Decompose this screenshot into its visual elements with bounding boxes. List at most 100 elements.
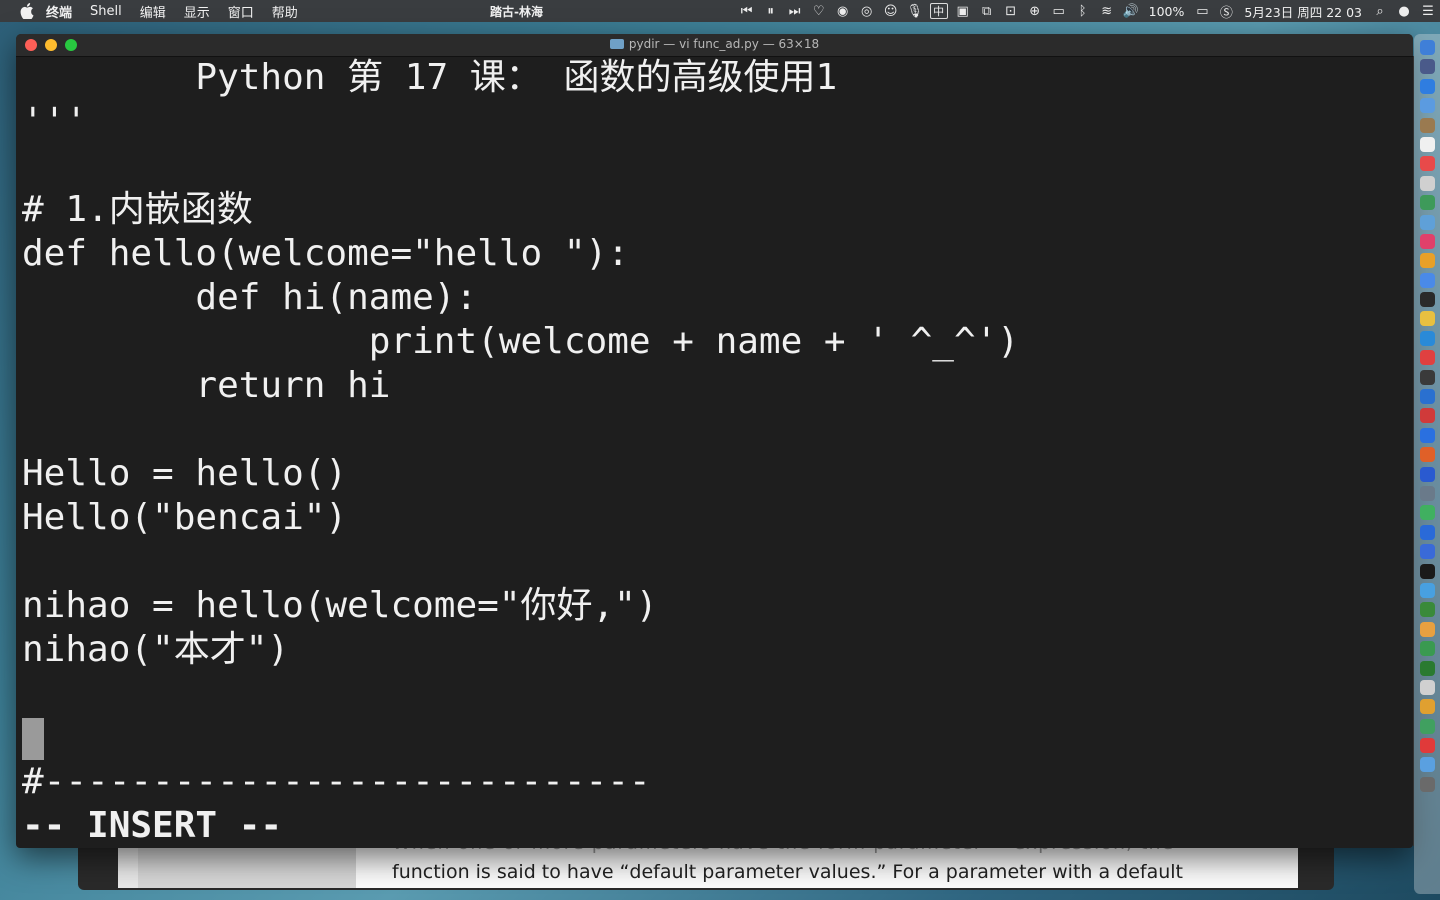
dock-app-icon[interactable] bbox=[1419, 350, 1435, 366]
clock[interactable]: 5月23日 周四 22 03 bbox=[1244, 2, 1362, 21]
dock-app-icon[interactable] bbox=[1419, 641, 1435, 657]
code-line[interactable]: def hello(welcome="hello "): bbox=[22, 232, 1413, 276]
dock-app-icon[interactable] bbox=[1419, 427, 1435, 443]
battery-percent[interactable]: 100% bbox=[1149, 4, 1185, 19]
dock-app-icon[interactable] bbox=[1419, 408, 1435, 424]
app-s-icon[interactable]: Ⓢ bbox=[1215, 2, 1237, 21]
apple-menu-icon[interactable] bbox=[20, 3, 34, 19]
code-line[interactable]: # 1.内嵌函数 bbox=[22, 188, 1413, 232]
terminal-titlebar[interactable]: pydir — vi func_ad.py — 63×18 bbox=[16, 34, 1413, 57]
menu-bar: 终端 Shell 编辑 显示 窗口 帮助 踏古-林海 ⏮ ⏸ ⏭ ♡ ◉ ◎ ☺… bbox=[0, 0, 1440, 22]
dock-app-icon[interactable] bbox=[1419, 389, 1435, 405]
volume-icon[interactable]: 🔊 bbox=[1120, 2, 1142, 20]
dock-app-icon[interactable] bbox=[1419, 272, 1435, 288]
wechat-icon[interactable]: ◎ bbox=[856, 2, 878, 20]
window-title-text: pydir — vi func_ad.py — 63×18 bbox=[628, 37, 820, 51]
dock-app-icon[interactable] bbox=[1419, 156, 1435, 172]
menu-help[interactable]: 帮助 bbox=[272, 2, 298, 21]
dock-app-icon[interactable] bbox=[1419, 485, 1435, 501]
code-line[interactable]: ''' bbox=[22, 100, 1413, 144]
dock-app-icon[interactable] bbox=[1419, 563, 1435, 579]
pause-icon[interactable]: ⏸ bbox=[760, 2, 782, 20]
cursor-line[interactable] bbox=[22, 716, 1413, 760]
code-line[interactable] bbox=[22, 408, 1413, 452]
dock-app-icon[interactable] bbox=[1419, 292, 1435, 308]
text-cursor bbox=[22, 718, 44, 760]
code-line[interactable]: #---------------------------- bbox=[22, 760, 1413, 804]
dock-app-icon[interactable] bbox=[1419, 718, 1435, 734]
dock-app-icon[interactable] bbox=[1419, 214, 1435, 230]
input-method-icon[interactable]: 中 bbox=[928, 2, 950, 20]
dock-app-icon[interactable] bbox=[1419, 699, 1435, 715]
menu-shell[interactable]: Shell bbox=[90, 4, 122, 19]
folder-icon bbox=[609, 39, 624, 49]
dock-app-icon[interactable] bbox=[1419, 311, 1435, 327]
code-line[interactable] bbox=[22, 672, 1413, 716]
document-text-line: function is said to have “default parame… bbox=[392, 861, 1184, 883]
dock-app-icon[interactable] bbox=[1419, 757, 1435, 773]
next-track-icon[interactable]: ⏭ bbox=[784, 2, 806, 20]
dock-app-icon[interactable] bbox=[1419, 602, 1435, 618]
menu-view[interactable]: 显示 bbox=[184, 2, 210, 21]
dock-app-icon[interactable] bbox=[1419, 524, 1435, 540]
code-line[interactable]: def hi(name): bbox=[22, 276, 1413, 320]
menu-app-terminal[interactable]: 终端 bbox=[46, 2, 72, 21]
now-playing-title[interactable]: 踏古-林海 bbox=[490, 3, 543, 20]
vim-mode-indicator: -- INSERT -- bbox=[22, 805, 283, 846]
dock-app-icon[interactable] bbox=[1419, 40, 1435, 55]
code-line[interactable]: nihao = hello(welcome="你好,") bbox=[22, 584, 1413, 628]
dock-app-icon[interactable] bbox=[1419, 582, 1435, 598]
dock-app-icon[interactable] bbox=[1419, 330, 1435, 346]
dock-app-icon[interactable] bbox=[1419, 233, 1435, 249]
window-title: pydir — vi func_ad.py — 63×18 bbox=[16, 37, 1413, 51]
terminal-window[interactable]: pydir — vi func_ad.py — 63×18 Python 第 1… bbox=[16, 34, 1413, 848]
dock-app-icon[interactable] bbox=[1419, 369, 1435, 385]
wifi-icon[interactable]: ≋ bbox=[1096, 2, 1118, 20]
dock-app-icon[interactable] bbox=[1419, 776, 1435, 792]
screen-record-icon[interactable]: ▣ bbox=[952, 2, 974, 20]
code-line[interactable]: nihao("本才") bbox=[22, 628, 1413, 672]
heart-icon[interactable]: ♡ bbox=[808, 2, 830, 20]
dock-app-icon[interactable] bbox=[1419, 98, 1435, 114]
dock-app-icon[interactable] bbox=[1419, 660, 1435, 676]
dock-app-icon[interactable] bbox=[1419, 447, 1435, 463]
code-line[interactable] bbox=[22, 540, 1413, 584]
dock bbox=[1414, 34, 1440, 894]
vim-editor[interactable]: Python 第 17 课： 函数的高级使用1 ''' # 1.内嵌函数 def… bbox=[22, 56, 1413, 848]
notification-center-icon[interactable]: ☰ bbox=[1417, 2, 1439, 20]
dock-app-icon[interactable] bbox=[1419, 738, 1435, 754]
battery-icon[interactable]: ▭ bbox=[1191, 2, 1213, 20]
previous-track-icon[interactable]: ⏮ bbox=[736, 2, 758, 20]
emoji-icon[interactable]: ☺ bbox=[880, 2, 902, 20]
dock-app-icon[interactable] bbox=[1419, 136, 1435, 152]
dock-app-icon[interactable] bbox=[1419, 505, 1435, 521]
dock-app-icon[interactable] bbox=[1419, 117, 1435, 133]
airplay-icon[interactable]: ▭ bbox=[1048, 2, 1070, 20]
menu-edit[interactable]: 编辑 bbox=[140, 2, 166, 21]
dock-app-icon[interactable] bbox=[1419, 679, 1435, 695]
dock-app-icon[interactable] bbox=[1419, 175, 1435, 191]
code-line[interactable]: return hi bbox=[22, 364, 1413, 408]
dock-app-icon[interactable] bbox=[1419, 59, 1435, 75]
code-line[interactable]: Hello("bencai") bbox=[22, 496, 1413, 540]
code-line[interactable] bbox=[22, 144, 1413, 188]
status-area: ⏮ ⏸ ⏭ ♡ ◉ ◎ ☺ 🎙 中 ▣ ⧉ ⊡ ⊕ ▭ ᛒ ≋ 🔊 100% ▭… bbox=[735, 0, 1440, 22]
code-line[interactable]: Hello = hello() bbox=[22, 452, 1413, 496]
microphone-icon[interactable]: 🎙 bbox=[904, 2, 926, 20]
dock-app-icon[interactable] bbox=[1419, 195, 1435, 211]
dock-app-icon[interactable] bbox=[1419, 544, 1435, 560]
screenshot-icon[interactable]: ⧉ bbox=[976, 2, 998, 20]
capture-icon[interactable]: ⊡ bbox=[1000, 2, 1022, 20]
siri-icon[interactable]: ● bbox=[1393, 2, 1415, 20]
dock-app-icon[interactable] bbox=[1419, 78, 1435, 94]
code-line[interactable]: Python 第 17 课： 函数的高级使用1 bbox=[22, 56, 1413, 100]
bluetooth-icon[interactable]: ᛒ bbox=[1072, 2, 1094, 20]
code-line[interactable]: print(welcome + name + ' ^_^') bbox=[22, 320, 1413, 364]
dock-app-icon[interactable] bbox=[1419, 253, 1435, 269]
dock-app-icon[interactable] bbox=[1419, 466, 1435, 482]
accessibility-icon[interactable]: ◉ bbox=[832, 2, 854, 20]
spotlight-search-icon[interactable]: ⌕ bbox=[1369, 2, 1391, 20]
dock-app-icon[interactable] bbox=[1419, 621, 1435, 637]
accessibility-menu-icon[interactable]: ⊕ bbox=[1024, 2, 1046, 20]
menu-window[interactable]: 窗口 bbox=[228, 2, 254, 21]
